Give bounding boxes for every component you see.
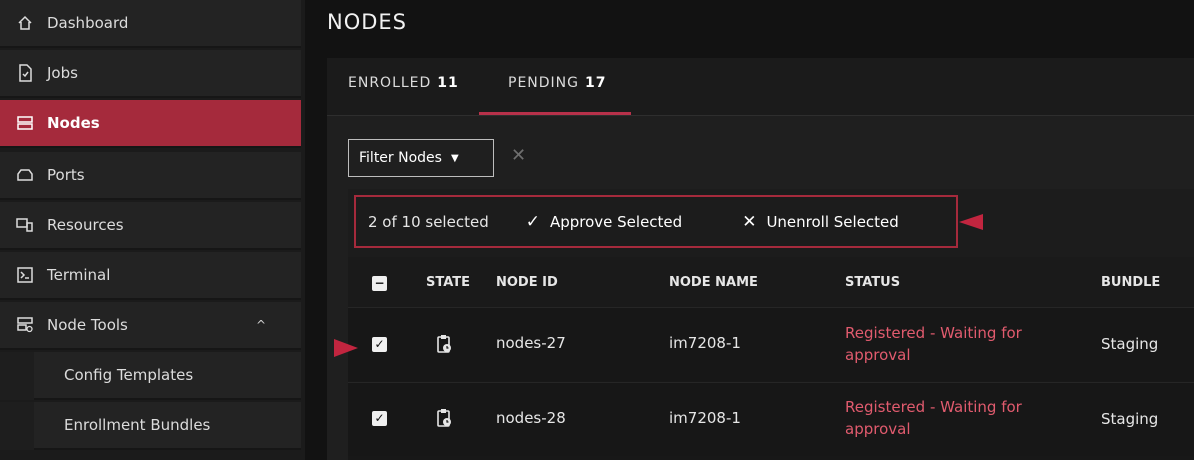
- submenu-indent: [0, 402, 34, 450]
- node-bundle: Staging: [1101, 335, 1159, 353]
- node-id[interactable]: nodes-28: [496, 409, 566, 427]
- annotation-arrow: [959, 214, 983, 230]
- sidebar-item-ports[interactable]: Ports: [0, 152, 301, 200]
- sidebar-item-label: Jobs: [47, 64, 78, 82]
- node-status: Registered - Waiting for approval: [845, 324, 1022, 364]
- nodes-icon: [15, 113, 35, 133]
- sidebar-item-dashboard[interactable]: Dashboard: [0, 0, 301, 48]
- tab-count: 11: [437, 75, 459, 91]
- table-row[interactable]: ✓ nodes-27 im7208-1 Registered - Waiting…: [348, 307, 1194, 381]
- sidebar-item-nodes[interactable]: Nodes: [0, 100, 301, 148]
- ports-icon: [15, 165, 35, 185]
- unenroll-selected-label: Unenroll Selected: [766, 212, 899, 231]
- node-tools-icon: [15, 315, 35, 335]
- sidebar-subitem-label: Enrollment Bundles: [64, 416, 211, 434]
- sidebar-subitem-config-templates[interactable]: Config Templates: [34, 352, 301, 400]
- jobs-icon: [15, 63, 35, 83]
- sidebar-item-terminal[interactable]: Terminal: [0, 252, 301, 300]
- filter-nodes-button[interactable]: Filter Nodes ▼: [348, 139, 494, 177]
- sidebar-subitem-label: Config Templates: [64, 366, 194, 384]
- terminal-icon: [15, 265, 35, 285]
- approve-selected-label: Approve Selected: [549, 212, 683, 231]
- col-status[interactable]: STATUS: [845, 275, 900, 290]
- select-all-checkbox[interactable]: −: [372, 276, 387, 291]
- col-node-name[interactable]: NODE NAME: [669, 275, 758, 290]
- submenu-indent: [0, 352, 34, 400]
- tab-pending[interactable]: PENDING 17: [508, 75, 606, 91]
- chevron-up-icon[interactable]: ^: [256, 318, 266, 332]
- approve-selected-button[interactable]: ✓ Approve Selected: [526, 212, 682, 232]
- page-title: NODES: [327, 10, 408, 34]
- tab-label: ENROLLED: [348, 75, 432, 91]
- node-status: Registered - Waiting for approval: [845, 398, 1022, 438]
- nodes-table: 2 of 10 selected ✓ Approve Selected ✕ Un…: [348, 189, 1194, 460]
- sidebar-item-label: Ports: [47, 166, 85, 184]
- clipboard-clock-icon: [436, 408, 452, 432]
- tab-enrolled[interactable]: ENROLLED 11: [348, 75, 459, 91]
- caret-down-icon: ▼: [450, 152, 459, 164]
- home-icon: [15, 13, 35, 33]
- sidebar-item-resources[interactable]: Resources: [0, 202, 301, 250]
- sidebar-item-label: Resources: [47, 216, 124, 234]
- clipboard-clock-icon: [436, 334, 452, 358]
- selection-bar: 2 of 10 selected ✓ Approve Selected ✕ Un…: [348, 189, 1194, 257]
- sidebar-item-label: Node Tools: [47, 316, 128, 334]
- selection-actions: 2 of 10 selected ✓ Approve Selected ✕ Un…: [354, 195, 958, 248]
- row-checkbox[interactable]: ✓: [372, 337, 387, 352]
- tab-label: PENDING: [508, 75, 579, 91]
- sidebar: Dashboard Jobs Nodes Ports Resources Ter…: [0, 0, 305, 460]
- sidebar-item-label: Nodes: [47, 114, 100, 132]
- tab-count: 17: [585, 75, 607, 91]
- node-name: im7208-1: [669, 334, 741, 352]
- node-name: im7208-1: [669, 409, 741, 427]
- sidebar-item-node-tools[interactable]: Node Tools ^: [0, 302, 301, 350]
- col-bundle[interactable]: BUNDLE: [1101, 275, 1160, 290]
- resources-icon: [15, 215, 35, 235]
- unenroll-selected-button[interactable]: ✕ Unenroll Selected: [742, 212, 899, 232]
- active-tab-indicator: [479, 112, 631, 115]
- main-content: NODES ENROLLED 11 PENDING 17 Filter Nodes …: [305, 0, 1194, 460]
- sidebar-item-label: Dashboard: [47, 14, 129, 32]
- close-icon: ✕: [742, 211, 757, 232]
- sidebar-item-jobs[interactable]: Jobs: [0, 50, 301, 98]
- filter-nodes-label: Filter Nodes: [359, 150, 442, 166]
- row-annotation-arrow: [334, 339, 358, 357]
- node-bundle: Staging: [1101, 410, 1159, 428]
- clear-filter-icon[interactable]: ✕: [511, 145, 526, 166]
- col-node-id[interactable]: NODE ID: [496, 275, 558, 290]
- sidebar-subitem-enrollment-bundles[interactable]: Enrollment Bundles: [34, 402, 301, 450]
- node-id[interactable]: nodes-27: [496, 334, 566, 352]
- check-icon: ✓: [525, 211, 540, 232]
- row-checkbox[interactable]: ✓: [372, 411, 387, 426]
- table-header: − STATE NODE ID NODE NAME STATUS BUNDLE: [348, 257, 1194, 307]
- selection-count: 2 of 10 selected: [368, 212, 489, 231]
- sidebar-item-label: Terminal: [47, 266, 111, 284]
- table-row[interactable]: ✓ nodes-28 im7208-1 Registered - Waiting…: [348, 382, 1194, 456]
- nodes-panel: ENROLLED 11 PENDING 17 Filter Nodes ▼ ✕ 2 …: [327, 58, 1194, 460]
- col-state[interactable]: STATE: [426, 275, 470, 290]
- pending-content: Filter Nodes ▼ ✕ 2 of 10 selected ✓ Appr…: [327, 116, 1194, 460]
